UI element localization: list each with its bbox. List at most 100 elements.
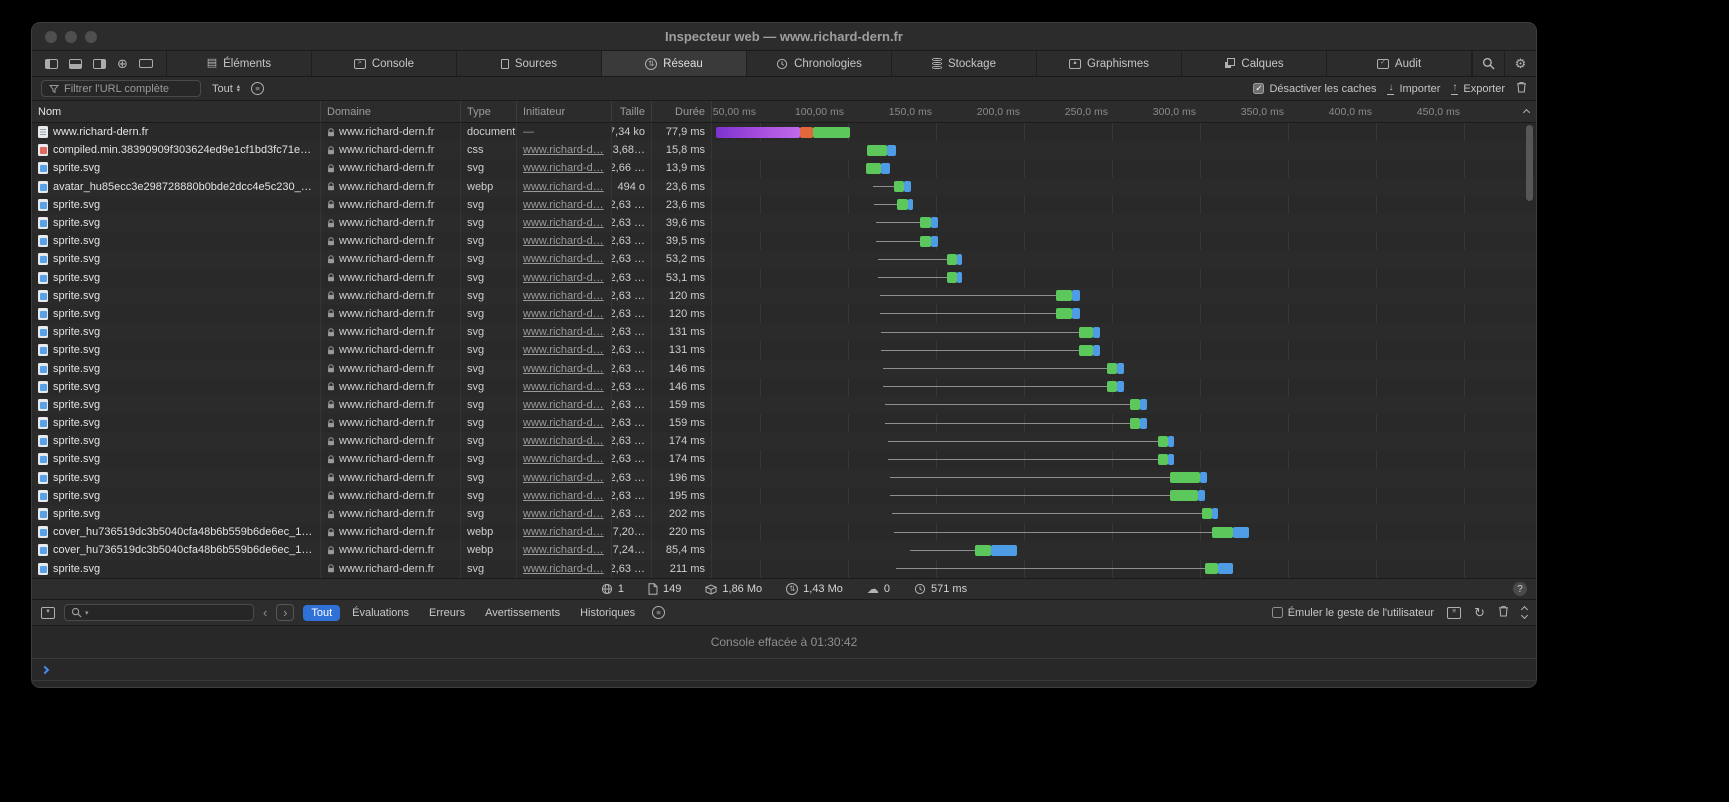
- network-row[interactable]: sprite.svgwww.richard-dern.frsvgwww.rich…: [32, 232, 1536, 250]
- column-header-domain[interactable]: Domaine: [321, 101, 461, 122]
- tab-audit[interactable]: ✓Audit: [1327, 51, 1472, 76]
- network-row[interactable]: sprite.svgwww.richard-dern.frsvgwww.rich…: [32, 414, 1536, 432]
- log-levels-icon[interactable]: ≡: [652, 606, 665, 619]
- column-header-init[interactable]: Initiateur: [517, 101, 612, 122]
- initiator-link[interactable]: www.richard-d…: [523, 181, 604, 193]
- initiator-link[interactable]: www.richard-d…: [523, 162, 604, 174]
- tab-elements[interactable]: ▤Éléments: [167, 51, 312, 76]
- console-tab-erreurs[interactable]: Erreurs: [421, 605, 473, 621]
- resource-type-filter[interactable]: Tout ▴▾: [212, 83, 240, 95]
- network-row[interactable]: sprite.svgwww.richard-dern.frsvgwww.rich…: [32, 287, 1536, 305]
- emulate-user-gesture-checkbox[interactable]: [1272, 607, 1283, 618]
- device-icon[interactable]: [139, 59, 153, 68]
- initiator-link[interactable]: www.richard-d…: [523, 453, 604, 465]
- quick-console-icon[interactable]: ≡: [1447, 607, 1461, 619]
- import-button[interactable]: ↓ Importer: [1387, 83, 1440, 95]
- minimize-button[interactable]: [65, 31, 77, 43]
- tab-storage[interactable]: Stockage: [892, 51, 1037, 76]
- tab-graphics[interactable]: ▴Graphismes: [1037, 51, 1182, 76]
- initiator-link[interactable]: www.richard-d…: [523, 363, 604, 375]
- history-back-button[interactable]: ‹: [263, 606, 267, 619]
- network-row[interactable]: www.richard-dern.frwww.richard-dern.frdo…: [32, 123, 1536, 141]
- emulate-user-gesture-toggle[interactable]: Émuler le geste de l'utilisateur: [1272, 607, 1434, 619]
- dock-bottom-icon[interactable]: [69, 59, 82, 69]
- console-tab-evaluations[interactable]: Évaluations: [344, 605, 417, 621]
- network-row[interactable]: cover_hu736519dc3b5040cfa48b6b559b6de6ec…: [32, 541, 1536, 559]
- console-tab-avertissements[interactable]: Avertissements: [477, 605, 568, 621]
- network-row[interactable]: cover_hu736519dc3b5040cfa48b6b559b6de6ec…: [32, 523, 1536, 541]
- network-row[interactable]: sprite.svgwww.richard-dern.frsvgwww.rich…: [32, 432, 1536, 450]
- export-button[interactable]: ↑ Exporter: [1451, 83, 1505, 95]
- console-prompt[interactable]: [32, 659, 1536, 681]
- tab-timelines[interactable]: Chronologies: [747, 51, 892, 76]
- initiator-link[interactable]: www.richard-d…: [523, 344, 604, 356]
- history-forward-button[interactable]: ›: [276, 604, 294, 621]
- console-tab-historiques[interactable]: Historiques: [572, 605, 643, 621]
- network-row[interactable]: sprite.svgwww.richard-dern.frsvgwww.rich…: [32, 487, 1536, 505]
- network-row[interactable]: sprite.svgwww.richard-dern.frsvgwww.rich…: [32, 396, 1536, 414]
- column-header-name[interactable]: Nom: [32, 101, 321, 122]
- console-tab-tout[interactable]: Tout: [303, 605, 340, 621]
- clear-console-icon[interactable]: ↻: [1474, 606, 1485, 619]
- tab-console[interactable]: >Console: [312, 51, 457, 76]
- initiator-link[interactable]: www.richard-d…: [523, 544, 604, 556]
- network-row[interactable]: sprite.svgwww.richard-dern.frsvgwww.rich…: [32, 159, 1536, 177]
- filter-options-icon[interactable]: ≡: [251, 82, 264, 95]
- initiator-link[interactable]: www.richard-d…: [523, 308, 604, 320]
- initiator-link[interactable]: www.richard-d…: [523, 472, 604, 484]
- network-row[interactable]: sprite.svgwww.richard-dern.frsvgwww.rich…: [32, 378, 1536, 396]
- network-row[interactable]: sprite.svgwww.richard-dern.frsvgwww.rich…: [32, 359, 1536, 377]
- tab-layers[interactable]: Calques: [1182, 51, 1327, 76]
- dock-right-icon[interactable]: [93, 59, 106, 69]
- disable-caches-toggle[interactable]: ✓ Désactiver les caches: [1253, 83, 1376, 95]
- initiator-link[interactable]: www.richard-d…: [523, 199, 604, 211]
- url-filter-input[interactable]: Filtrer l'URL complète: [41, 80, 201, 97]
- tab-network[interactable]: ⇅Réseau: [602, 51, 747, 76]
- trash-console-button[interactable]: [1498, 605, 1509, 620]
- console-search-input[interactable]: ▾: [64, 604, 254, 621]
- initiator-link[interactable]: www.richard-d…: [523, 526, 604, 538]
- network-row[interactable]: sprite.svgwww.richard-dern.frsvgwww.rich…: [32, 560, 1536, 578]
- initiator-link[interactable]: www.richard-d…: [523, 290, 604, 302]
- initiator-link[interactable]: www.richard-d…: [523, 399, 604, 411]
- initiator-link[interactable]: www.richard-d…: [523, 253, 604, 265]
- dock-left-icon[interactable]: [45, 59, 58, 69]
- column-header-size[interactable]: Taille: [612, 101, 652, 122]
- network-row[interactable]: sprite.svgwww.richard-dern.frsvgwww.rich…: [32, 505, 1536, 523]
- initiator-link[interactable]: www.richard-d…: [523, 235, 604, 247]
- initiator-link[interactable]: www.richard-d…: [523, 508, 604, 520]
- network-row[interactable]: sprite.svgwww.richard-dern.frsvgwww.rich…: [32, 469, 1536, 487]
- vertical-scrollbar-thumb[interactable]: [1526, 125, 1533, 201]
- close-button[interactable]: [45, 31, 57, 43]
- initiator-link[interactable]: www.richard-d…: [523, 490, 604, 502]
- settings-button[interactable]: ⚙: [1504, 51, 1536, 76]
- initiator-link[interactable]: www.richard-d…: [523, 563, 604, 575]
- search-button[interactable]: [1472, 51, 1504, 76]
- initiator-link[interactable]: www.richard-d…: [523, 435, 604, 447]
- execution-context-icon[interactable]: ▾: [41, 607, 55, 619]
- tab-sources[interactable]: Sources: [457, 51, 602, 76]
- network-row[interactable]: sprite.svgwww.richard-dern.frsvgwww.rich…: [32, 250, 1536, 268]
- scroll-up-icon[interactable]: [1523, 109, 1530, 116]
- network-row[interactable]: compiled.min.38390909f303624ed9e1cf1bd3f…: [32, 141, 1536, 159]
- initiator-link[interactable]: www.richard-d…: [523, 144, 604, 156]
- network-row[interactable]: sprite.svgwww.richard-dern.frsvgwww.rich…: [32, 196, 1536, 214]
- initiator-link[interactable]: www.richard-d…: [523, 381, 604, 393]
- initiator-link[interactable]: www.richard-d…: [523, 326, 604, 338]
- network-row[interactable]: sprite.svgwww.richard-dern.frsvgwww.rich…: [32, 305, 1536, 323]
- network-row[interactable]: sprite.svgwww.richard-dern.frsvgwww.rich…: [32, 214, 1536, 232]
- disable-caches-checkbox[interactable]: ✓: [1253, 83, 1264, 94]
- network-row[interactable]: avatar_hu85ecc3e298728880b0bde2dcc4e5c23…: [32, 178, 1536, 196]
- expand-console-icon[interactable]: [1522, 607, 1527, 618]
- column-header-type[interactable]: Type: [461, 101, 517, 122]
- help-button[interactable]: ?: [1513, 582, 1527, 596]
- network-row[interactable]: sprite.svgwww.richard-dern.frsvgwww.rich…: [32, 450, 1536, 468]
- inspect-element-icon[interactable]: ⊕: [117, 57, 128, 70]
- initiator-link[interactable]: www.richard-d…: [523, 417, 604, 429]
- network-row[interactable]: sprite.svgwww.richard-dern.frsvgwww.rich…: [32, 341, 1536, 359]
- initiator-link[interactable]: www.richard-d…: [523, 272, 604, 284]
- network-row[interactable]: sprite.svgwww.richard-dern.frsvgwww.rich…: [32, 269, 1536, 287]
- zoom-button[interactable]: [85, 31, 97, 43]
- clear-network-button[interactable]: [1516, 81, 1527, 96]
- initiator-link[interactable]: www.richard-d…: [523, 217, 604, 229]
